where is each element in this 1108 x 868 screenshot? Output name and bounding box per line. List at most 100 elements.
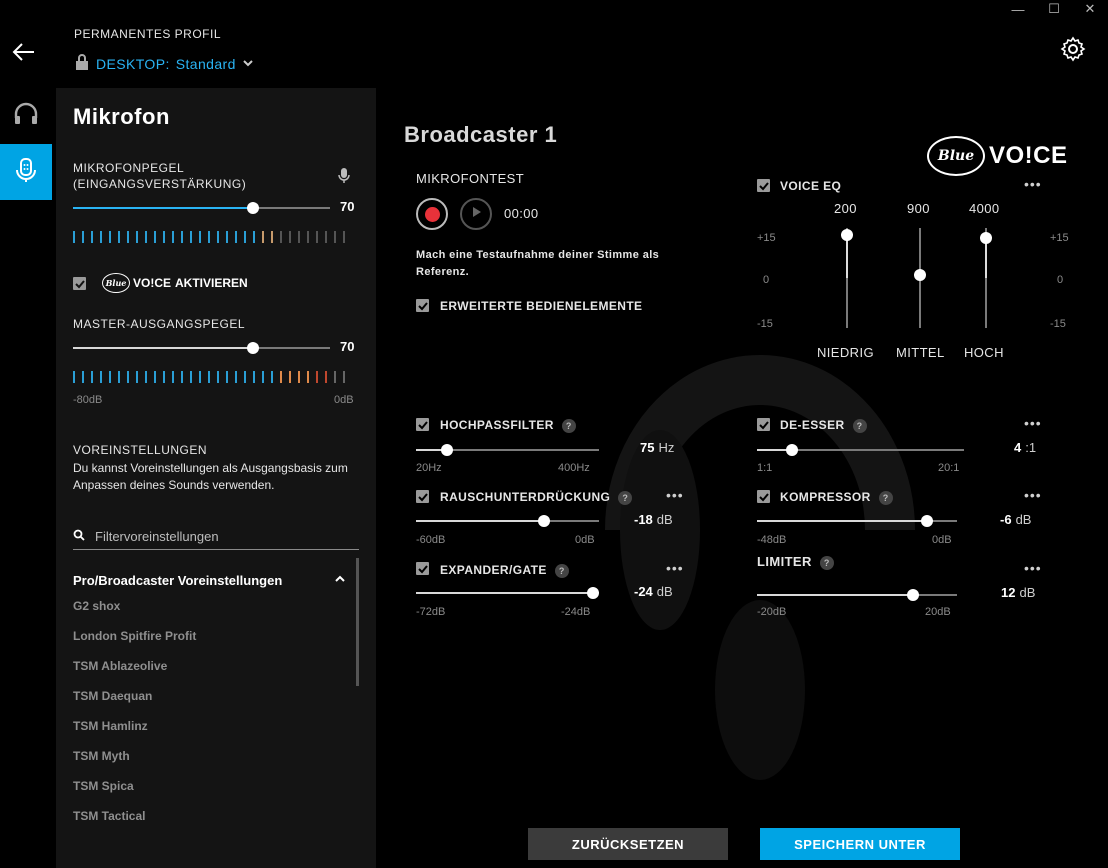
save-as-button[interactable]: SPEICHERN UNTER	[760, 828, 960, 860]
limiter-label: LIMITER?	[757, 554, 834, 570]
de-esser-knob[interactable]	[786, 444, 799, 456]
play-icon	[470, 205, 482, 223]
meter-tick	[73, 231, 75, 243]
chevron-up-icon	[334, 573, 346, 588]
meter-tick	[118, 371, 120, 383]
close-button[interactable]: ✕	[1072, 0, 1108, 18]
compressor-slider[interactable]	[757, 514, 957, 528]
eq-scale-bottom-left: -15	[757, 318, 773, 330]
meter-tick	[190, 231, 192, 243]
sidebar-item-headset[interactable]	[0, 88, 52, 144]
highpass-slider[interactable]	[416, 443, 599, 457]
noise-reduction-checkbox[interactable]	[416, 490, 429, 503]
meter-tick	[82, 371, 84, 383]
profile-title: Broadcaster 1	[404, 122, 558, 147]
profile-selector[interactable]: DESKTOP: Standard	[74, 53, 254, 74]
limiter-help-icon[interactable]: ?	[819, 555, 834, 570]
meter-tick	[307, 231, 309, 243]
voice-eq-more-button[interactable]: •••	[1024, 176, 1042, 192]
de-esser-slider[interactable]	[757, 443, 964, 457]
meter-tick	[307, 371, 309, 383]
de-esser-help-icon[interactable]: ?	[852, 418, 867, 433]
mic-level-slider[interactable]	[73, 201, 330, 215]
meter-tick	[226, 371, 228, 383]
preset-item[interactable]: TSM Daequan	[73, 689, 152, 703]
master-level-knob[interactable]	[246, 342, 259, 354]
mic-small-icon	[338, 168, 350, 189]
advanced-controls-label: ERWEITERTE BEDIENELEMENTE	[440, 299, 643, 313]
meter-tick	[289, 371, 291, 383]
preset-item[interactable]: London Spitfire Profit	[73, 629, 196, 643]
expander-gate-slider[interactable]	[416, 586, 599, 600]
meter-tick	[262, 231, 264, 243]
lock-icon	[74, 53, 90, 74]
play-button[interactable]	[460, 198, 492, 230]
meter-tick	[208, 371, 210, 383]
eq-low-knob[interactable]	[841, 229, 853, 241]
meter-tick	[316, 371, 318, 383]
eq-mid-knob[interactable]	[914, 269, 926, 281]
expander-gate-checkbox[interactable]	[416, 562, 429, 575]
preset-item[interactable]: TSM Spica	[73, 779, 134, 793]
sidebar-item-microphone[interactable]	[0, 144, 52, 200]
compressor-help-icon[interactable]: ?	[878, 490, 893, 505]
preset-group-header[interactable]: Pro/Broadcaster Voreinstellungen	[73, 573, 346, 588]
highpass-knob[interactable]	[441, 444, 454, 456]
search-input[interactable]: Filtervoreinstellungen	[95, 529, 219, 544]
highpass-max: 400Hz	[558, 462, 590, 474]
de-esser-min: 1:1	[757, 462, 773, 474]
preset-scrollbar[interactable]	[356, 558, 359, 686]
meter-tick	[235, 371, 237, 383]
expander-gate-help-icon[interactable]: ?	[554, 563, 569, 578]
maximize-button[interactable]: ☐	[1036, 0, 1072, 18]
highpass-checkbox[interactable]	[416, 418, 429, 431]
preset-search[interactable]: Filtervoreinstellungen	[73, 524, 359, 550]
voice-enable-checkbox[interactable]	[73, 277, 86, 290]
voice-eq-checkbox[interactable]	[757, 179, 770, 192]
back-arrow-icon[interactable]	[10, 38, 38, 66]
meter-tick	[109, 231, 111, 243]
master-level-slider[interactable]	[73, 341, 330, 355]
highpass-help-icon[interactable]: ?	[561, 418, 576, 433]
eq-scale-bottom-right: -15	[1050, 318, 1066, 330]
de-esser-more-button[interactable]: •••	[1024, 415, 1042, 431]
gear-icon[interactable]	[1060, 36, 1086, 62]
mic-level-knob[interactable]	[246, 202, 259, 214]
compressor-more-button[interactable]: •••	[1024, 487, 1042, 503]
de-esser-checkbox[interactable]	[757, 418, 770, 431]
expander-gate-knob[interactable]	[587, 587, 599, 599]
meter-tick	[199, 371, 201, 383]
preset-item[interactable]: TSM Tactical	[73, 809, 145, 823]
expander-gate-more-button[interactable]: •••	[666, 560, 684, 576]
reset-button[interactable]: ZURÜCKSETZEN	[528, 828, 728, 860]
noise-reduction-slider[interactable]	[416, 514, 599, 528]
compressor-knob[interactable]	[921, 515, 933, 527]
record-button[interactable]	[416, 198, 448, 230]
minimize-button[interactable]: —	[1000, 0, 1036, 18]
compressor-checkbox[interactable]	[757, 490, 770, 503]
master-level-label: MASTER-AUSGANGSPEGEL	[73, 317, 246, 331]
limiter-knob[interactable]	[907, 589, 919, 601]
meter-tick	[190, 371, 192, 383]
preset-item[interactable]: G2 shox	[73, 599, 120, 613]
limiter-more-button[interactable]: •••	[1024, 560, 1042, 576]
preset-item[interactable]: TSM Ablazeolive	[73, 659, 167, 673]
headset-background-icon	[605, 355, 915, 780]
expander-gate-min: -72dB	[416, 606, 446, 618]
panel-title: Mikrofon	[73, 104, 170, 129]
master-level-meter	[73, 371, 345, 383]
limiter-slider[interactable]	[757, 588, 957, 602]
preset-item[interactable]: TSM Myth	[73, 749, 130, 763]
noise-reduction-knob[interactable]	[538, 515, 551, 527]
meter-tick	[334, 371, 336, 383]
noise-reduction-more-button[interactable]: •••	[666, 487, 684, 503]
noise-reduction-min: -60dB	[416, 534, 446, 546]
noise-reduction-help-icon[interactable]: ?	[618, 490, 633, 505]
preset-item[interactable]: TSM Hamlinz	[73, 719, 148, 733]
compressor-label: KOMPRESSOR?	[780, 490, 893, 505]
master-level-value: 70	[340, 339, 355, 354]
compressor-value: -6 dB	[1000, 512, 1032, 527]
advanced-controls-checkbox[interactable]	[416, 299, 429, 312]
preset-group-title: Pro/Broadcaster Voreinstellungen	[73, 573, 283, 588]
eq-high-knob[interactable]	[980, 232, 992, 244]
